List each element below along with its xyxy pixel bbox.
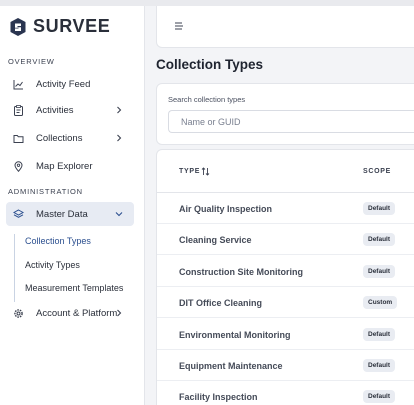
sidebar-item-activities[interactable]: Activities [6,98,134,122]
layers-icon [12,208,24,220]
administration-section-title: ADMINISTRATION [8,187,83,196]
search-input[interactable] [168,110,414,133]
survee-logo-icon [10,17,26,36]
sidebar: SURVEE OVERVIEW Activity Feed Activities… [0,6,145,405]
sidebar-item-master-data[interactable]: Master Data [6,202,134,226]
sidebar-item-label: Collections [36,132,83,144]
subnav-item-collection-types[interactable]: Collection Types [25,236,91,246]
page-title: Collection Types [156,57,264,72]
scope-badge: Default [363,202,396,215]
sidebar-item-label: Map Explorer [36,160,93,172]
chevron-right-icon [117,309,122,317]
hamburger-menu-icon[interactable] [174,21,184,31]
subnav-item-activity-types[interactable]: Activity Types [25,260,80,270]
table-row[interactable]: Equipment Maintenance Default [157,350,414,381]
chevron-right-icon [117,134,122,142]
sidebar-item-collections[interactable]: Collections [6,126,134,150]
table-header: TYPE SCOPE [157,150,414,193]
row-name: Air Quality Inspection [179,204,273,214]
sidebar-item-label: Activity Feed [36,78,91,90]
scope-badge: Default [363,265,396,278]
sidebar-item-account-platform[interactable]: Account & Platform [6,301,134,325]
brand[interactable]: SURVEE [9,16,110,37]
row-name: DIT Office Cleaning [179,298,263,308]
brand-name: SURVEE [33,16,111,36]
table-row[interactable]: Air Quality Inspection Default [157,193,414,224]
search-label: Search collection types [168,95,246,104]
table-row[interactable]: Facility Inspection Default [157,381,414,405]
subnav-item-measurement-templates[interactable]: Measurement Templates [25,283,123,293]
table-row[interactable]: Environmental Monitoring Default [157,319,414,350]
scope-badge: Default [363,233,396,246]
main-content: Collection Types Search collection types… [145,6,414,405]
sidebar-item-label: Activities [36,104,74,116]
gear-icon [12,307,24,319]
chart-line-icon [12,78,24,90]
scope-badge: Default [363,328,396,341]
map-pin-icon [12,160,24,172]
table-row[interactable]: DIT Office Cleaning Custom [157,287,414,318]
sidebar-item-label: Account & Platform [36,307,118,319]
overview-section-title: OVERVIEW [8,57,55,66]
sort-icon[interactable] [201,167,210,176]
scope-badge: Default [363,359,396,372]
folder-icon [12,132,24,144]
row-name: Cleaning Service [179,235,252,245]
sidebar-item-map-explorer[interactable]: Map Explorer [6,154,134,178]
chevron-down-icon [115,212,123,217]
sidebar-item-activity-feed[interactable]: Activity Feed [6,72,134,96]
collection-types-table: TYPE SCOPE Air Quality Inspection Defaul… [156,149,414,405]
sidebar-item-label: Master Data [36,208,88,220]
row-name: Environmental Monitoring [179,330,291,340]
scope-badge: Custom [363,296,398,309]
clipboard-icon [12,104,24,116]
table-row[interactable]: Cleaning Service Default [157,224,414,255]
row-name: Equipment Maintenance [179,361,283,371]
scope-badge: Default [363,390,396,403]
master-data-submenu: Collection Types Activity Types Measurem… [14,234,134,302]
search-card: Search collection types [156,83,414,145]
top-bar [156,6,414,48]
row-name: Construction Site Monitoring [179,267,303,277]
chevron-right-icon [117,106,122,114]
table-row[interactable]: Construction Site Monitoring Default [157,256,414,287]
row-name: Facility Inspection [179,392,258,402]
column-header-scope[interactable]: SCOPE [363,168,391,175]
column-header-type[interactable]: TYPE [179,168,200,175]
